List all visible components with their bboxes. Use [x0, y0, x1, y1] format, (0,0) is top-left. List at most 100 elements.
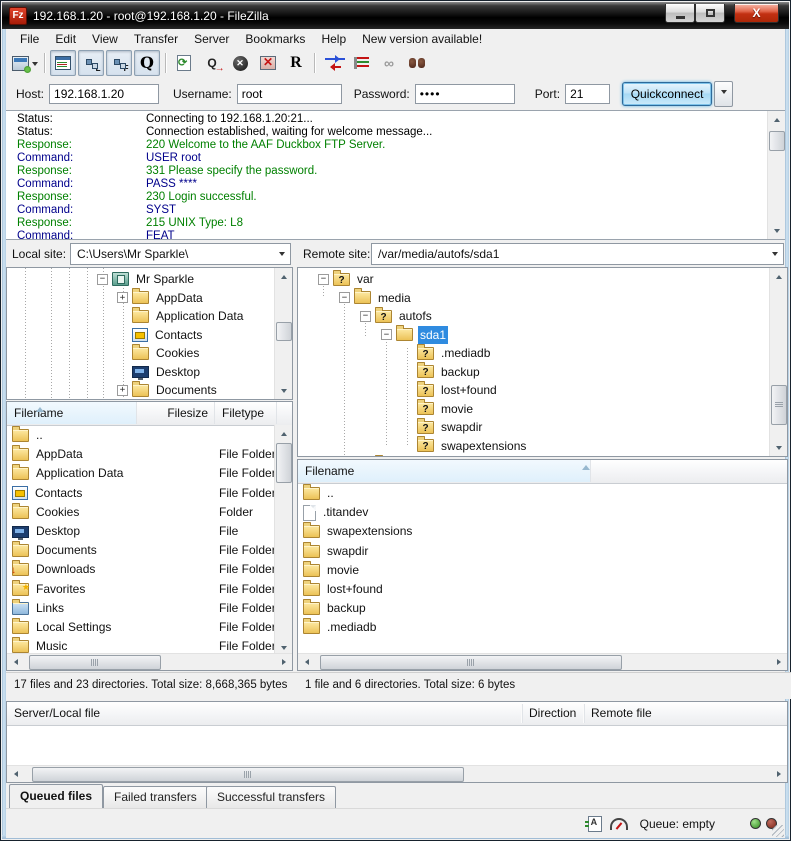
local-tree-scrollbar-thumb[interactable] [276, 322, 292, 341]
local-list-hscrollbar-thumb[interactable] [29, 655, 161, 670]
tree-item[interactable]: backup [298, 363, 787, 382]
resize-grip[interactable] [772, 825, 784, 837]
remote-list-hscrollbar-thumb[interactable] [320, 655, 622, 670]
file-list-item[interactable]: .. [7, 426, 275, 445]
column-header-filename[interactable]: Filename [298, 460, 591, 482]
tree-expander-icon[interactable]: + [117, 292, 128, 303]
transfer-queue[interactable]: Server/Local file Direction Remote file [6, 701, 788, 783]
local-list-scrollbar-thumb[interactable] [276, 443, 292, 483]
tree-item[interactable]: −var [298, 270, 787, 289]
tree-expander-icon[interactable]: − [97, 274, 108, 285]
scroll-right-icon[interactable] [771, 766, 787, 782]
file-list-item[interactable]: movie [298, 561, 787, 580]
host-input[interactable] [49, 84, 159, 104]
local-list-hscrollbar[interactable] [7, 653, 292, 670]
tree-item[interactable]: −media [298, 289, 787, 308]
quickconnect-dropdown-button[interactable] [714, 81, 733, 107]
column-header-direction[interactable]: Direction [522, 702, 584, 724]
title-bar[interactable]: Fz 192.168.1.20 - root@192.168.1.20 - Fi… [2, 2, 789, 29]
tree-item[interactable]: +Documents [7, 381, 292, 400]
queue-hscrollbar-thumb[interactable] [32, 767, 464, 782]
file-list-item[interactable]: swapextensions [298, 522, 787, 541]
file-list-item[interactable]: .mediadb [298, 618, 787, 637]
toggle-remote-tree-button[interactable]: F [106, 50, 132, 76]
local-site-combo[interactable]: C:\Users\Mr Sparkle\ [70, 243, 291, 265]
tree-expander-icon[interactable]: − [339, 292, 350, 303]
toggle-local-tree-button[interactable]: L [78, 50, 104, 76]
local-tree-scrollbar[interactable] [274, 268, 292, 399]
port-input[interactable] [565, 84, 610, 104]
tree-item[interactable]: −sda1 [298, 326, 787, 345]
tree-item[interactable]: Application Data [7, 307, 292, 326]
tree-expander-icon[interactable]: − [381, 329, 392, 340]
file-list-item[interactable]: DocumentsFile Folder [7, 541, 275, 560]
log-scrollbar-thumb[interactable] [769, 131, 785, 151]
tree-item[interactable]: Downloads [7, 400, 292, 401]
remote-file-list[interactable]: Filename ...titandevswapextensionsswapdi… [297, 459, 788, 671]
queue-hscrollbar[interactable] [7, 765, 787, 782]
scroll-down-icon[interactable] [770, 440, 787, 456]
file-list-item[interactable]: FavoritesFile Folder [7, 580, 275, 599]
menu-item-bookmarks[interactable]: Bookmarks [237, 30, 313, 48]
scroll-down-icon[interactable] [275, 383, 292, 399]
directory-comparison-button[interactable] [348, 50, 374, 76]
local-file-list[interactable]: Filename Filesize Filetype ..AppDataFile… [6, 401, 293, 671]
menu-item-help[interactable]: Help [313, 30, 354, 48]
tree-expander-icon[interactable]: − [318, 274, 329, 285]
file-list-item[interactable]: lost+found [298, 580, 787, 599]
file-list-item[interactable]: .. [298, 484, 787, 503]
tab-successful-transfers[interactable]: Successful transfers [206, 786, 336, 808]
scroll-up-icon[interactable] [275, 425, 292, 441]
menu-item-view[interactable]: View [84, 30, 126, 48]
tree-item[interactable]: .mediadb [298, 344, 787, 363]
tree-expander-icon[interactable]: + [117, 385, 128, 396]
minimize-button[interactable] [665, 4, 695, 23]
process-queue-button[interactable]: Q [199, 50, 225, 76]
scroll-left-icon[interactable] [298, 654, 314, 670]
remote-tree-scrollbar-thumb[interactable] [771, 385, 787, 425]
scroll-right-icon[interactable] [276, 654, 292, 670]
column-header-filesize[interactable]: Filesize [137, 402, 215, 424]
column-header-filename[interactable]: Filename [7, 402, 137, 424]
scroll-left-icon[interactable] [7, 766, 23, 782]
disconnect-button[interactable] [255, 50, 281, 76]
transfer-type-icon[interactable] [588, 816, 602, 832]
file-list-item[interactable]: LinksFile Folder [7, 599, 275, 618]
local-list-scrollbar[interactable] [274, 425, 292, 656]
tree-item[interactable]: movie [298, 400, 787, 419]
file-list-item[interactable]: Application DataFile Folder [7, 464, 275, 483]
file-list-item[interactable]: CookiesFolder [7, 503, 275, 522]
synchronized-browsing-button[interactable]: ∞ [376, 50, 402, 76]
compare-directories-button[interactable] [320, 50, 346, 76]
tree-expander-icon[interactable]: − [360, 311, 371, 322]
tree-item[interactable]: +AppData [7, 289, 292, 308]
menu-item-edit[interactable]: Edit [47, 30, 84, 48]
tab-queued-files[interactable]: Queued files [9, 784, 103, 808]
remote-tree-scrollbar[interactable] [769, 268, 787, 456]
remote-directory-tree[interactable]: −var−media−autofs−sda1.mediadbbackuplost… [297, 267, 788, 457]
tree-item[interactable]: Contacts [7, 326, 292, 345]
cancel-button[interactable]: ✕ [227, 50, 253, 76]
toggle-queue-button[interactable]: Q [134, 50, 160, 76]
file-list-item[interactable]: DownloadsFile Folder [7, 560, 275, 579]
scroll-up-icon[interactable] [275, 268, 292, 284]
log-scrollbar[interactable] [767, 111, 785, 239]
tree-item[interactable]: swapdir [298, 418, 787, 437]
close-button[interactable]: X [734, 4, 779, 23]
scroll-up-icon[interactable] [768, 111, 785, 127]
speed-limits-icon[interactable] [610, 818, 628, 830]
menu-item-file[interactable]: File [12, 30, 47, 48]
tree-item[interactable]: −autofs [298, 307, 787, 326]
file-list-item[interactable]: ContactsFile Folder [7, 484, 275, 503]
username-input[interactable] [237, 84, 342, 104]
menu-item-transfer[interactable]: Transfer [126, 30, 186, 48]
scroll-left-icon[interactable] [7, 654, 23, 670]
column-header-remote-file[interactable]: Remote file [584, 702, 704, 724]
tree-item[interactable]: −Mr Sparkle [7, 270, 292, 289]
refresh-button[interactable] [171, 50, 197, 76]
local-directory-tree[interactable]: −Mr Sparkle+AppDataApplication DataConta… [6, 267, 293, 400]
menu-item-new-version-available-[interactable]: New version available! [354, 30, 490, 48]
file-list-item[interactable]: AppDataFile Folder [7, 445, 275, 464]
menu-item-server[interactable]: Server [186, 30, 237, 48]
scroll-up-icon[interactable] [770, 268, 787, 284]
